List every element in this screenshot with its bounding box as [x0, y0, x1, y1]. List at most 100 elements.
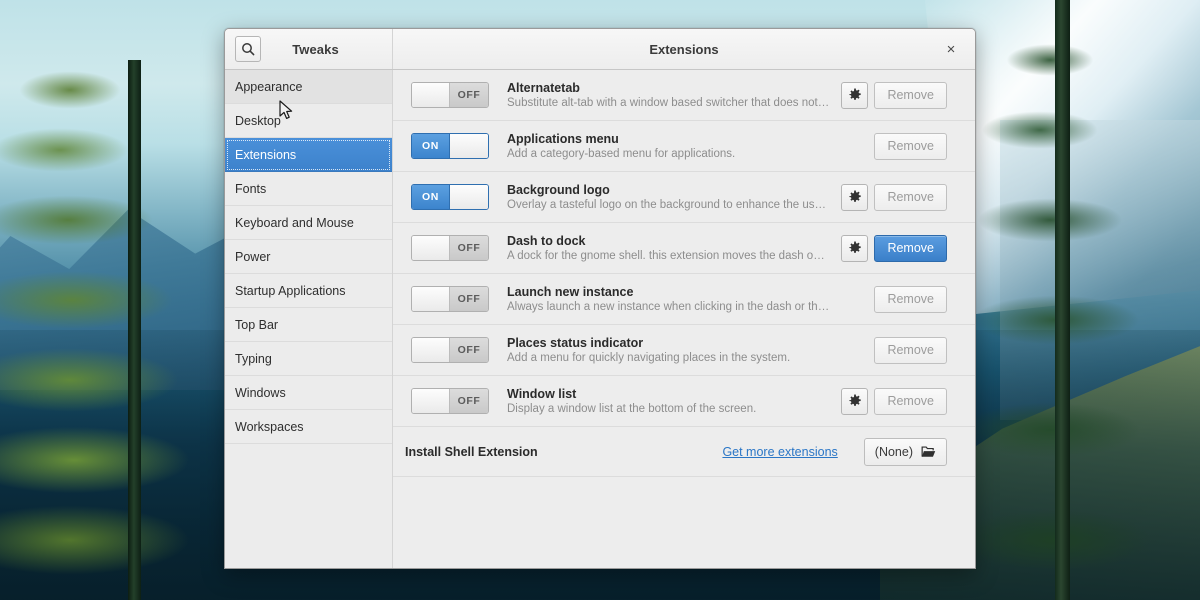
- sidebar-item-extensions[interactable]: Extensions: [225, 138, 392, 172]
- toggle-knob: [412, 236, 451, 260]
- toggle-state-label: OFF: [450, 83, 488, 107]
- sidebar-item-label: Workspaces: [235, 419, 304, 434]
- install-shell-extension-footer: Install Shell Extension Get more extensi…: [393, 427, 975, 477]
- extension-text: Applications menu Add a category-based m…: [489, 131, 841, 162]
- extension-settings-button[interactable]: [841, 81, 869, 109]
- extension-actions: Remove: [841, 132, 947, 160]
- extension-toggle[interactable]: ON: [411, 184, 489, 210]
- extension-remove-button[interactable]: Remove: [874, 387, 947, 415]
- sidebar-item-label: Appearance: [235, 79, 303, 94]
- extension-name: Launch new instance: [507, 284, 634, 299]
- app-title: Tweaks: [292, 41, 339, 57]
- extension-settings-button[interactable]: [841, 234, 869, 262]
- sidebar-item-power[interactable]: Power: [225, 240, 392, 274]
- gear-icon: [849, 394, 861, 406]
- extension-remove-button-active[interactable]: Remove: [874, 234, 947, 262]
- extension-toggle[interactable]: OFF: [411, 235, 489, 261]
- extension-toggle[interactable]: ON: [411, 133, 489, 159]
- extension-name: Dash to dock: [507, 233, 586, 248]
- sidebar-item-label: Desktop: [235, 113, 281, 128]
- extension-toggle[interactable]: OFF: [411, 286, 489, 312]
- extension-row: OFF Alternatetab Substitute alt-tab with…: [393, 70, 975, 121]
- extension-remove-button[interactable]: Remove: [874, 336, 947, 364]
- file-chooser-value: (None): [874, 444, 913, 459]
- sidebar-item-desktop[interactable]: Desktop: [225, 104, 392, 138]
- sidebar-item-workspaces[interactable]: Workspaces: [225, 410, 392, 444]
- sidebar-item-label: Typing: [235, 351, 272, 366]
- toggle-knob: [450, 134, 488, 158]
- extension-description: Display a window list at the bottom of t…: [507, 402, 757, 415]
- extension-name: Alternatetab: [507, 80, 580, 95]
- extension-text: Dash to dock A dock for the gnome shell.…: [489, 233, 841, 264]
- extension-remove-button[interactable]: Remove: [874, 285, 947, 313]
- toggle-state-label: OFF: [450, 287, 488, 311]
- toggle-state-label: OFF: [450, 236, 488, 260]
- extension-actions: Remove: [841, 387, 947, 415]
- get-more-extensions-link[interactable]: Get more extensions: [722, 445, 837, 459]
- remove-button-label: Remove: [887, 139, 934, 153]
- file-open-icon: [921, 445, 936, 457]
- window-titlebar: Tweaks Extensions ×: [225, 29, 975, 70]
- toggle-state-label: ON: [412, 134, 451, 158]
- extension-toggle[interactable]: OFF: [411, 82, 489, 108]
- toggle-knob: [450, 185, 488, 209]
- extension-row: OFF Dash to dock A dock for the gnome sh…: [393, 223, 975, 274]
- sidebar-item-startup-applications[interactable]: Startup Applications: [225, 274, 392, 308]
- extension-name: Places status indicator: [507, 335, 644, 350]
- search-button[interactable]: [235, 36, 261, 62]
- toggle-state-label: OFF: [450, 338, 488, 362]
- extensions-list: OFF Alternatetab Substitute alt-tab with…: [393, 70, 975, 427]
- extension-description: Overlay a tasteful logo on the backgroun…: [507, 198, 829, 211]
- extension-actions: Remove: [841, 336, 947, 364]
- extension-text: Alternatetab Substitute alt-tab with a w…: [489, 80, 841, 111]
- extension-actions: Remove: [841, 285, 947, 313]
- extension-text: Places status indicator Add a menu for q…: [489, 335, 841, 366]
- extension-name: Applications menu: [507, 131, 619, 146]
- install-file-chooser-button[interactable]: (None): [863, 437, 947, 466]
- extension-toggle[interactable]: OFF: [411, 388, 489, 414]
- extension-row: ON Applications menu Add a category-base…: [393, 121, 975, 172]
- toggle-knob: [412, 389, 451, 413]
- sidebar-item-label: Startup Applications: [235, 283, 346, 298]
- toggle-knob: [412, 83, 451, 107]
- wallpaper-left-tree-trunk: [128, 60, 141, 600]
- remove-button-label: Remove: [887, 343, 934, 357]
- extension-remove-button[interactable]: Remove: [874, 81, 947, 109]
- sidebar-item-windows[interactable]: Windows: [225, 376, 392, 410]
- extension-row: OFF Places status indicator Add a menu f…: [393, 325, 975, 376]
- toggle-knob: [412, 338, 451, 362]
- extension-actions: Remove: [841, 234, 947, 262]
- desktop: Tweaks Extensions × Appearance Desktop E…: [0, 0, 1200, 600]
- extension-settings-button[interactable]: [841, 387, 869, 415]
- extension-remove-button[interactable]: Remove: [874, 132, 947, 160]
- extension-name: Window list: [507, 386, 577, 401]
- sidebar-item-top-bar[interactable]: Top Bar: [225, 308, 392, 342]
- sidebar-item-label: Fonts: [235, 181, 267, 196]
- close-window-button[interactable]: ×: [941, 39, 961, 59]
- gear-icon: [849, 241, 861, 253]
- extension-name: Background logo: [507, 182, 610, 197]
- remove-button-label: Remove: [887, 292, 934, 306]
- extension-description: Add a category-based menu for applicatio…: [507, 147, 736, 160]
- toggle-knob: [412, 287, 451, 311]
- toggle-state-label: ON: [412, 185, 451, 209]
- sidebar-item-appearance[interactable]: Appearance: [225, 70, 392, 104]
- extension-row: OFF Launch new instance Always launch a …: [393, 274, 975, 325]
- sidebar-item-fonts[interactable]: Fonts: [225, 172, 392, 206]
- extension-description: Substitute alt-tab with a window based s…: [507, 96, 830, 109]
- sidebar: Appearance Desktop Extensions Fonts Keyb…: [225, 70, 393, 568]
- remove-button-label: Remove: [887, 190, 934, 204]
- gear-placeholder: [841, 337, 868, 364]
- extensions-panel: OFF Alternatetab Substitute alt-tab with…: [393, 70, 975, 568]
- extension-toggle[interactable]: OFF: [411, 337, 489, 363]
- sidebar-item-keyboard-and-mouse[interactable]: Keyboard and Mouse: [225, 206, 392, 240]
- extension-description: A dock for the gnome shell. this extensi…: [507, 249, 829, 262]
- install-shell-extension-label: Install Shell Extension: [405, 444, 538, 459]
- sidebar-item-typing[interactable]: Typing: [225, 342, 392, 376]
- extension-remove-button[interactable]: Remove: [874, 183, 947, 211]
- gear-placeholder: [841, 286, 868, 313]
- remove-button-label: Remove: [887, 241, 934, 255]
- tweaks-window: Tweaks Extensions × Appearance Desktop E…: [224, 28, 976, 569]
- toggle-state-label: OFF: [450, 389, 488, 413]
- extension-settings-button[interactable]: [841, 183, 869, 211]
